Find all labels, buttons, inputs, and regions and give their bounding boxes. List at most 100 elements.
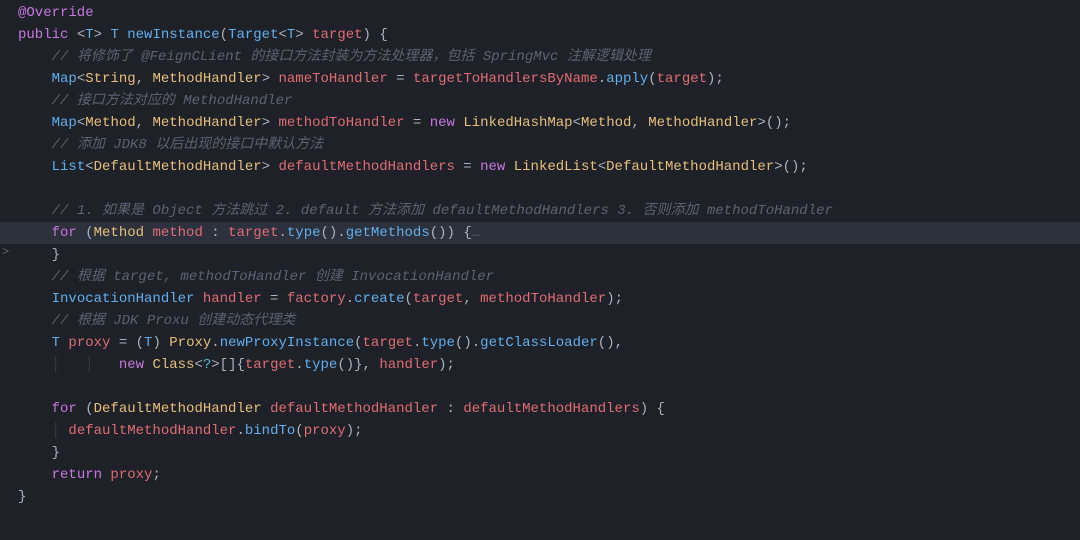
- type-methodhandler: MethodHandler: [152, 71, 261, 87]
- punct: <: [598, 159, 606, 175]
- type: InvocationHandler: [52, 291, 203, 307]
- punct: <: [77, 115, 85, 131]
- var-name: nameToHandler: [279, 71, 388, 87]
- var-name: methodToHandler: [279, 115, 405, 131]
- code-line: [18, 178, 1080, 200]
- punct: (: [85, 225, 93, 241]
- code-line: Map<String, MethodHandler> nameToHandler…: [18, 68, 1080, 90]
- punct: <: [77, 71, 85, 87]
- punct: <: [85, 159, 93, 175]
- punct: .: [346, 291, 354, 307]
- method-call: getMethods: [346, 225, 430, 241]
- code-line: for (DefaultMethodHandler defaultMethodH…: [18, 398, 1080, 420]
- ctor: LinkedList: [514, 159, 598, 175]
- method-call: type: [304, 357, 338, 373]
- punct: ().: [321, 225, 346, 241]
- field: factory: [287, 291, 346, 307]
- type-T: T: [52, 335, 69, 351]
- punct: ()},: [337, 357, 379, 373]
- punct: ;: [152, 467, 160, 483]
- code-line: T proxy = (T) Proxy.newProxyInstance(tar…: [18, 332, 1080, 354]
- fold-ellipsis-icon[interactable]: …: [472, 225, 480, 241]
- code-line: @Override: [18, 2, 1080, 24]
- punct: ): [152, 335, 169, 351]
- colon: :: [211, 225, 228, 241]
- punct: .: [211, 335, 219, 351]
- type-string: String: [85, 71, 135, 87]
- comment: // 添加 JDK8 以后出现的接口中默认方法: [52, 137, 324, 153]
- var-ref: defaultMethodHandlers: [463, 401, 639, 417]
- punct: <: [573, 115, 581, 131]
- wildcard: ?: [203, 357, 211, 373]
- editor-gutter: >: [0, 0, 14, 540]
- punct: >: [295, 27, 312, 43]
- code-line: }: [18, 442, 1080, 464]
- arg: proxy: [304, 423, 346, 439]
- comment: // 接口方法对应的 MethodHandler: [52, 93, 293, 109]
- var-name: defaultMethodHandler: [270, 401, 446, 417]
- arg: target: [413, 291, 463, 307]
- code-line: [18, 376, 1080, 398]
- punct: <: [77, 27, 85, 43]
- punct: );: [346, 423, 363, 439]
- code-line: }: [18, 486, 1080, 508]
- punct: );: [438, 357, 455, 373]
- punct: >();: [774, 159, 808, 175]
- var-ref: proxy: [110, 467, 152, 483]
- code-line: │ defaultMethodHandler.bindTo(proxy);: [18, 420, 1080, 442]
- keyword-new: new: [480, 159, 514, 175]
- punct: (: [220, 27, 228, 43]
- type-method: Method: [85, 115, 135, 131]
- punct: <: [194, 357, 202, 373]
- punct: .: [236, 423, 244, 439]
- punct: (: [354, 335, 362, 351]
- punct: .: [295, 357, 303, 373]
- var-name: method: [152, 225, 211, 241]
- comment: // 根据 target, methodToHandler 创建 Invocat…: [52, 269, 494, 285]
- comment: // 1. 如果是 Object 方法跳过 2. default 方法添加 de…: [52, 203, 833, 219]
- punct: (),: [598, 335, 623, 351]
- code-line: // 1. 如果是 Object 方法跳过 2. default 方法添加 de…: [18, 200, 1080, 222]
- type-methodhandler: MethodHandler: [152, 115, 261, 131]
- punct: ,: [136, 115, 153, 131]
- code-area[interactable]: @Override public <T> T newInstance(Targe…: [18, 0, 1080, 508]
- keyword-return: return: [52, 467, 111, 483]
- code-line: // 添加 JDK8 以后出现的接口中默认方法: [18, 134, 1080, 156]
- op-assign: =: [388, 71, 413, 87]
- op-assign: =: [262, 291, 287, 307]
- punct: >: [262, 71, 279, 87]
- code-line: // 接口方法对应的 MethodHandler: [18, 90, 1080, 112]
- punct: (: [405, 291, 413, 307]
- var-ref: target: [228, 225, 278, 241]
- punct: >: [262, 159, 279, 175]
- code-editor[interactable]: > @Override public <T> T newInstance(Tar…: [0, 0, 1080, 540]
- method-call: type: [421, 335, 455, 351]
- ctor: LinkedHashMap: [463, 115, 572, 131]
- var-name: defaultMethodHandlers: [278, 159, 454, 175]
- method-call: create: [354, 291, 404, 307]
- var-name: handler: [203, 291, 262, 307]
- keyword-for: for: [52, 401, 86, 417]
- op-assign: =: [405, 115, 430, 131]
- keyword-for: for: [52, 225, 86, 241]
- code-line: // 将修饰了 @FeignCLient 的接口方法封装为方法处理器，包括 Sp…: [18, 46, 1080, 68]
- blank: [18, 379, 26, 395]
- method-call: bindTo: [245, 423, 295, 439]
- type-proxy: Proxy: [169, 335, 211, 351]
- arg: target: [657, 71, 707, 87]
- type: DefaultMethodHandler: [94, 159, 262, 175]
- blank: [18, 181, 26, 197]
- comment: // 将修饰了 @FeignCLient 的接口方法封装为方法处理器，包括 Sp…: [52, 49, 651, 65]
- brace-close: }: [52, 445, 60, 461]
- field: targetToHandlersByName: [413, 71, 598, 87]
- method-call: newProxyInstance: [220, 335, 354, 351]
- punct: .: [598, 71, 606, 87]
- code-line: return proxy;: [18, 464, 1080, 486]
- op-assign: = (: [110, 335, 144, 351]
- keyword-new: new: [119, 357, 153, 373]
- type-map: Map: [52, 71, 77, 87]
- type-list: List: [52, 159, 86, 175]
- var-name: proxy: [68, 335, 110, 351]
- var-ref: defaultMethodHandler: [68, 423, 236, 439]
- punct: >: [94, 27, 111, 43]
